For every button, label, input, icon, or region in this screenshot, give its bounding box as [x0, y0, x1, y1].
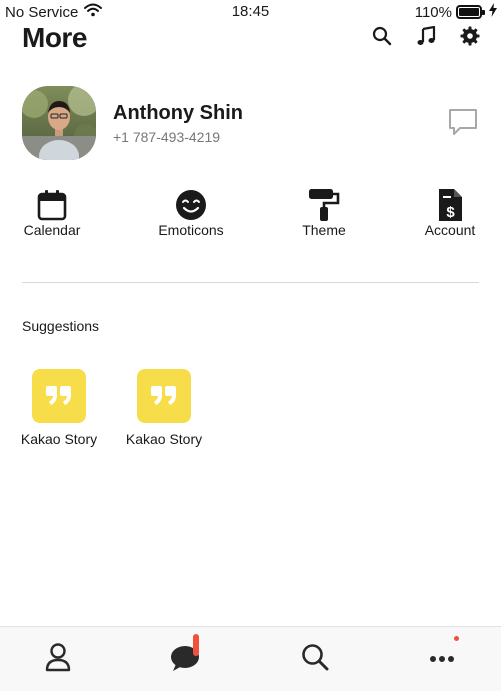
- battery-percent: 110%: [414, 3, 452, 21]
- shortcut-label: Emoticons: [158, 222, 224, 238]
- suggestion-label: Kakao Story: [125, 431, 203, 447]
- search-icon: [301, 643, 329, 676]
- shortcuts-row: Calendar Emoticons Theme $ Account: [0, 188, 501, 248]
- header: More: [0, 22, 501, 58]
- tab-chats[interactable]: [166, 634, 206, 677]
- smiley-icon: [173, 188, 209, 222]
- suggestions-title: Suggestions: [22, 318, 100, 334]
- chat-bubble-icon[interactable]: [447, 106, 479, 138]
- profile-name: Anthony Shin: [113, 102, 243, 124]
- svg-text:$: $: [446, 204, 455, 221]
- quote-icon: [137, 369, 191, 423]
- quote-icon: [32, 369, 86, 423]
- status-bar: No Service 18:45 110%: [0, 0, 501, 24]
- new-message-indicator: [193, 634, 199, 656]
- suggestions-list: Kakao Story Kakao Story: [0, 369, 501, 459]
- profile-card[interactable]: Anthony Shin +1 787-493-4219: [22, 86, 482, 160]
- tab-bar: [0, 626, 501, 691]
- avatar[interactable]: [22, 86, 96, 160]
- page-title: More: [22, 22, 87, 53]
- divider: [22, 282, 479, 283]
- charging-bolt-icon: [489, 3, 497, 21]
- tab-friends[interactable]: [38, 641, 78, 677]
- shortcut-account[interactable]: $ Account: [405, 188, 495, 238]
- tab-more[interactable]: [422, 636, 462, 677]
- shortcut-calendar[interactable]: Calendar: [7, 188, 97, 238]
- profile-phone: +1 787-493-4219: [113, 129, 221, 145]
- search-icon[interactable]: [371, 25, 393, 47]
- shortcut-label: Theme: [302, 222, 346, 238]
- tab-search[interactable]: [295, 641, 335, 677]
- header-actions: [371, 25, 481, 47]
- dollar-document-icon: $: [432, 188, 468, 222]
- music-note-icon[interactable]: [415, 25, 437, 47]
- gear-icon[interactable]: [459, 25, 481, 47]
- suggestion-kakao-story[interactable]: Kakao Story: [9, 369, 109, 447]
- battery-icon: [456, 5, 485, 19]
- suggestion-kakao-story[interactable]: Kakao Story: [114, 369, 214, 447]
- shortcut-label: Account: [424, 222, 476, 238]
- shortcut-label: Calendar: [23, 222, 81, 238]
- more-icon: [429, 650, 455, 668]
- suggestion-label: Kakao Story: [20, 431, 98, 447]
- shortcut-theme[interactable]: Theme: [279, 188, 369, 238]
- notification-dot: [454, 636, 459, 641]
- paint-roller-icon: [306, 188, 342, 222]
- calendar-icon: [34, 188, 70, 222]
- person-icon: [45, 642, 71, 677]
- status-right: 110%: [415, 3, 497, 21]
- shortcut-emoticons[interactable]: Emoticons: [146, 188, 236, 238]
